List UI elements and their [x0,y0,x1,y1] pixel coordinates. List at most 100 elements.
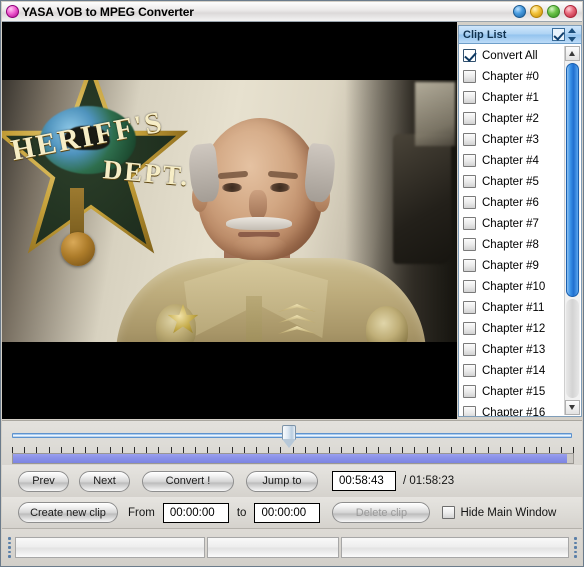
hide-main-window-checkbox[interactable] [442,506,456,519]
circle-yellow-icon[interactable] [530,5,543,18]
checkbox-checked-icon[interactable] [463,49,476,62]
checkbox-unchecked-icon[interactable] [463,259,476,272]
circle-blue-icon[interactable] [513,5,526,18]
clip-list-scrollbar[interactable] [564,46,580,415]
deputy-shoulder-patch-left [156,304,196,342]
clip-list-item-label: Chapter #15 [482,385,546,398]
window-control-buttons [513,5,577,18]
checkbox-unchecked-icon[interactable] [463,280,476,293]
clip-list-item[interactable]: Chapter #0 [459,66,565,87]
checkbox-unchecked-icon[interactable] [463,238,476,251]
clip-list-item-label: Convert All [482,49,538,62]
video-scene: HERIFF'S DEPT. [2,80,457,342]
clip-list-item-label: Chapter #7 [482,217,539,230]
clip-list-item[interactable]: Chapter #16 [459,402,565,416]
deputy-shirt-placket [246,296,262,342]
clip-list-item[interactable]: Chapter #4 [459,150,565,171]
checkbox-unchecked-icon[interactable] [463,301,476,314]
checkbox-unchecked-icon[interactable] [463,70,476,83]
clip-list-items[interactable]: Convert All Chapter #0 Chapter #1 Chapter #… [459,45,565,416]
checkbox-unchecked-icon[interactable] [463,406,476,416]
clip-list-item-label: Chapter #13 [482,343,546,356]
clip-list-item-label: Chapter #2 [482,112,539,125]
deputy-rank-chevrons [278,304,318,342]
scrollbar-track[interactable] [566,299,579,398]
application-window: YASA VOB to MPEG Converter HERIFF'S DEPT… [0,0,584,567]
next-button[interactable]: Next [79,470,130,492]
clip-list-item[interactable]: Chapter #11 [459,297,565,318]
checkbox-unchecked-icon[interactable] [463,112,476,125]
clip-list-item[interactable]: Chapter #6 [459,192,565,213]
checkbox-unchecked-icon[interactable] [463,217,476,230]
delete-clip-button[interactable]: Delete clip [332,502,431,523]
seek-slider-thumb[interactable] [282,425,297,449]
progress-bar [12,453,574,464]
deputy-eye-left [222,183,242,192]
clip-list-item-label: Chapter #16 [482,406,546,417]
checkbox-unchecked-icon[interactable] [463,322,476,335]
status-bar-grip-left [5,537,13,558]
plaque-ribbon [70,188,84,238]
deputy-figure [116,108,426,342]
clip-list-item[interactable]: Chapter #5 [459,171,565,192]
checkbox-unchecked-icon[interactable] [463,364,476,377]
clip-list-title: Clip List [463,28,507,41]
clip-list-item[interactable]: Chapter #15 [459,381,565,402]
clip-to-input[interactable]: 00:00:00 [254,502,321,523]
clip-list-item-label: Chapter #1 [482,91,539,104]
checkbox-unchecked-icon[interactable] [463,196,476,209]
clip-list-item-label: Chapter #4 [482,154,539,167]
clip-list-item[interactable]: Chapter #13 [459,339,565,360]
deputy-mustache [226,217,292,230]
scrollbar-thumb[interactable] [566,63,579,297]
clip-list-item[interactable]: Convert All [459,45,565,66]
clip-list-item[interactable]: Chapter #9 [459,255,565,276]
clip-list-header: Clip List [459,26,581,44]
deputy-chin [232,236,288,260]
clip-list-item[interactable]: Chapter #2 [459,108,565,129]
checkbox-unchecked-icon[interactable] [463,385,476,398]
clip-list-item-label: Chapter #0 [482,70,539,83]
total-time-label: / 01:58:23 [403,475,455,487]
clip-from-input[interactable]: 00:00:00 [162,502,229,523]
circle-green-icon[interactable] [547,5,560,18]
checkbox-unchecked-icon[interactable] [463,154,476,167]
hide-main-window-label: Hide Main Window [460,506,557,519]
circle-red-icon[interactable] [564,5,577,18]
plaque-medal [61,232,95,266]
clip-list-item-label: Chapter #12 [482,322,546,335]
triangle-up-icon[interactable] [565,46,580,61]
checkbox-unchecked-icon[interactable] [463,133,476,146]
video-preview-panel[interactable]: HERIFF'S DEPT. [2,22,457,419]
clip-list-item[interactable]: Chapter #12 [459,318,565,339]
jump-to-button[interactable]: Jump to [246,470,318,492]
sort-updown-icon[interactable] [566,27,579,42]
status-panel-2 [207,537,339,558]
title-bar: YASA VOB to MPEG Converter [2,2,582,22]
clip-list-item-label: Chapter #8 [482,238,539,251]
status-bar-grip-right [571,537,579,558]
checkbox-unchecked-icon[interactable] [463,91,476,104]
current-time-input[interactable]: 00:58:43 [332,471,396,491]
seek-slider[interactable] [12,425,572,448]
triangle-down-icon[interactable] [565,400,580,415]
checkbox-unchecked-icon[interactable] [463,343,476,356]
prev-button[interactable]: Prev [18,470,69,492]
checkbox-unchecked-icon[interactable] [463,175,476,188]
window-title: YASA VOB to MPEG Converter [22,4,194,19]
deputy-eye-right [270,183,290,192]
clip-list-item[interactable]: Chapter #14 [459,360,565,381]
convert-button[interactable]: Convert ! [142,470,234,492]
from-label: From [128,506,155,519]
clip-list-item[interactable]: Chapter #10 [459,276,565,297]
scene-background-object [393,134,451,264]
clip-list-item[interactable]: Chapter #7 [459,213,565,234]
checkbox-checked-icon[interactable] [552,28,565,41]
create-new-clip-button[interactable]: Create new clip [18,502,118,523]
seal-bear [64,126,110,150]
clip-list-item[interactable]: Chapter #1 [459,87,565,108]
seek-area [2,420,582,465]
clip-controls-row: Create new clip From 00:00:00 to 00:00:0… [2,497,582,528]
clip-list-item[interactable]: Chapter #3 [459,129,565,150]
clip-list-item[interactable]: Chapter #8 [459,234,565,255]
